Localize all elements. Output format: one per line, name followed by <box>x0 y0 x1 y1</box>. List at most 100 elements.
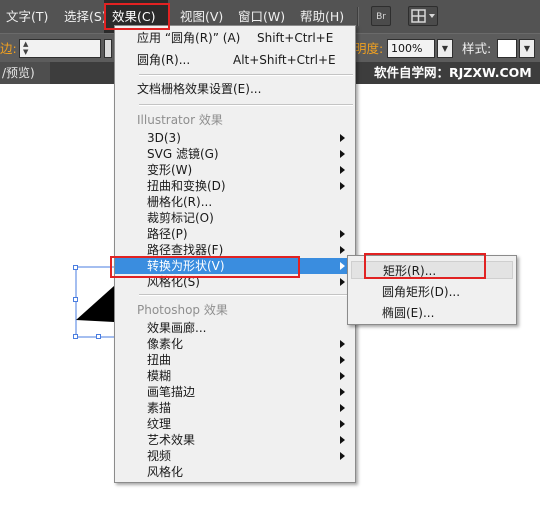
menu-divider <box>139 294 353 296</box>
menu-item-sketch[interactable]: 素描 <box>115 400 355 416</box>
bridge-icon[interactable]: Br <box>371 6 391 26</box>
menu-item-label: 素描 <box>147 401 172 415</box>
menubar-divider <box>357 7 359 26</box>
selection-handle[interactable] <box>96 334 101 339</box>
menu-item-label: 风格化 <box>147 465 184 479</box>
menu-item-shortcut: Alt+Shift+Ctrl+E <box>233 53 336 67</box>
menu-item-effect-gallery[interactable]: 效果画廊... <box>115 320 355 336</box>
selection-handle[interactable] <box>73 334 78 339</box>
menu-item-path[interactable]: 路径(P) <box>115 226 355 242</box>
menu-item-apply-round-corners[interactable]: 应用 “圆角(R)” (A) Shift+Ctrl+E <box>115 30 355 46</box>
effect-menu: 应用 “圆角(R)” (A) Shift+Ctrl+E 圆角(R)... Alt… <box>114 25 356 483</box>
menu-item-rasterize[interactable]: 栅格化(R)... <box>115 194 355 210</box>
menu-item-stylize[interactable]: 风格化(S) <box>115 274 355 290</box>
menu-item-distort-transform[interactable]: 扭曲和变换(D) <box>115 178 355 194</box>
menu-item-texture[interactable]: 纹理 <box>115 416 355 432</box>
menu-item-label: 风格化(S) <box>147 275 200 289</box>
menu-item-crop-marks[interactable]: 裁剪标记(O) <box>115 210 355 226</box>
menu-item-label: 扭曲 <box>147 353 172 367</box>
convert-to-shape-submenu: 矩形(R)... 圆角矩形(D)... 椭圆(E)... <box>347 255 517 325</box>
stroke-label: 边: <box>0 41 17 56</box>
stepper-up-icon[interactable]: ▲ <box>23 41 28 48</box>
submenu-arrow-icon <box>340 278 345 286</box>
stroke-weight-field[interactable]: ▲ ▼ <box>19 39 101 58</box>
menu-item-label: 画笔描边 <box>147 385 196 399</box>
menu-item-shortcut: Shift+Ctrl+E <box>257 31 334 45</box>
submenu-arrow-icon <box>340 436 345 444</box>
submenu-arrow-icon <box>340 166 345 174</box>
selection-handle[interactable] <box>73 265 78 270</box>
submenu-arrow-icon <box>340 404 345 412</box>
menu-item-artistic[interactable]: 艺术效果 <box>115 432 355 448</box>
menu-item-label: 变形(W) <box>147 163 193 177</box>
arrange-documents-icon[interactable] <box>408 6 438 26</box>
menu-item-pathfinder[interactable]: 路径查找器(F) <box>115 242 355 258</box>
stroke-field-edge <box>104 39 112 58</box>
style-swatch[interactable] <box>497 39 517 58</box>
stepper-down-icon[interactable]: ▼ <box>23 49 28 56</box>
opacity-input[interactable]: 100% <box>387 39 435 58</box>
menu-item-label: 路径(P) <box>147 227 188 241</box>
submenu-arrow-icon <box>340 356 345 364</box>
menu-item-warp[interactable]: 变形(W) <box>115 162 355 178</box>
menu-item-label: 圆角矩形(D)... <box>382 285 461 299</box>
submenu-arrow-icon <box>340 372 345 380</box>
menu-item-ps-distort[interactable]: 扭曲 <box>115 352 355 368</box>
selected-triangle-shape[interactable] <box>70 262 120 342</box>
menu-item-label: 艺术效果 <box>147 433 196 447</box>
menu-item-label: 椭圆(E)... <box>382 306 435 320</box>
menu-item-label: 转换为形状(V) <box>147 259 225 273</box>
menu-item-label: 文档栅格效果设置(E)... <box>137 82 262 96</box>
submenu-arrow-icon <box>340 134 345 142</box>
menu-item-document-raster-settings[interactable]: 文档栅格效果设置(E)... <box>115 81 355 97</box>
menu-item-label: 应用 “圆角(R)” (A) <box>137 31 241 45</box>
menu-item-svg-filters[interactable]: SVG 滤镜(G) <box>115 146 355 162</box>
submenu-arrow-icon <box>340 420 345 428</box>
submenu-arrow-icon <box>340 230 345 238</box>
submenu-arrow-icon <box>340 182 345 190</box>
menu-item-label: 圆角(R)... <box>137 53 191 67</box>
menu-divider <box>139 74 353 76</box>
watermark: 软件自学网：RJZXW.COM <box>374 65 532 80</box>
menu-select[interactable]: 选择(S) <box>64 0 107 33</box>
opacity-dropdown-icon[interactable]: ▼ <box>437 39 453 58</box>
menu-item-rounded-rectangle[interactable]: 圆角矩形(D)... <box>348 284 516 300</box>
menu-type[interactable]: 文字(T) <box>6 0 48 33</box>
opacity-label: 明度: <box>354 41 384 56</box>
menu-item-3d[interactable]: 3D(3) <box>115 130 355 146</box>
menu-item-round-corners[interactable]: 圆角(R)... Alt+Shift+Ctrl+E <box>115 52 355 68</box>
menu-item-label: 模糊 <box>147 369 172 383</box>
menu-item-ps-stylize[interactable]: 风格化 <box>115 464 355 480</box>
menu-item-blur[interactable]: 模糊 <box>115 368 355 384</box>
menu-item-label: 3D(3) <box>147 131 181 145</box>
menu-item-rectangle[interactable]: 矩形(R)... <box>351 261 513 279</box>
document-tab[interactable]: /预览) <box>0 62 50 84</box>
menu-item-ellipse[interactable]: 椭圆(E)... <box>348 305 516 321</box>
submenu-arrow-icon <box>340 452 345 460</box>
menu-item-convert-to-shape[interactable]: 转换为形状(V) <box>115 258 355 274</box>
style-label: 样式: <box>462 41 492 56</box>
menu-item-video[interactable]: 视频 <box>115 448 355 464</box>
menu-item-label: 视频 <box>147 449 172 463</box>
submenu-arrow-icon <box>340 150 345 158</box>
menu-item-pixelate[interactable]: 像素化 <box>115 336 355 352</box>
menu-item-label: 像素化 <box>147 337 184 351</box>
menu-item-label: 路径查找器(F) <box>147 243 224 257</box>
menu-item-label: 裁剪标记(O) <box>147 211 214 225</box>
menu-item-label: 矩形(R)... <box>383 264 437 278</box>
menu-item-label: SVG 滤镜(G) <box>147 147 219 161</box>
submenu-arrow-icon <box>340 246 345 254</box>
menu-divider <box>139 104 353 106</box>
menu-item-label: 扭曲和变换(D) <box>147 179 226 193</box>
menu-item-brush-strokes[interactable]: 画笔描边 <box>115 384 355 400</box>
menu-item-label: 栅格化(R)... <box>147 195 213 209</box>
submenu-arrow-icon <box>340 262 345 270</box>
menu-item-label: 纹理 <box>147 417 172 431</box>
style-dropdown-icon[interactable]: ▼ <box>519 39 535 58</box>
submenu-arrow-icon <box>340 340 345 348</box>
selection-handle[interactable] <box>73 297 78 302</box>
submenu-arrow-icon <box>340 388 345 396</box>
section-header-photoshop: Photoshop 效果 <box>137 303 228 317</box>
menu-item-label: 效果画廊... <box>147 321 207 335</box>
section-header-illustrator: Illustrator 效果 <box>137 113 223 127</box>
